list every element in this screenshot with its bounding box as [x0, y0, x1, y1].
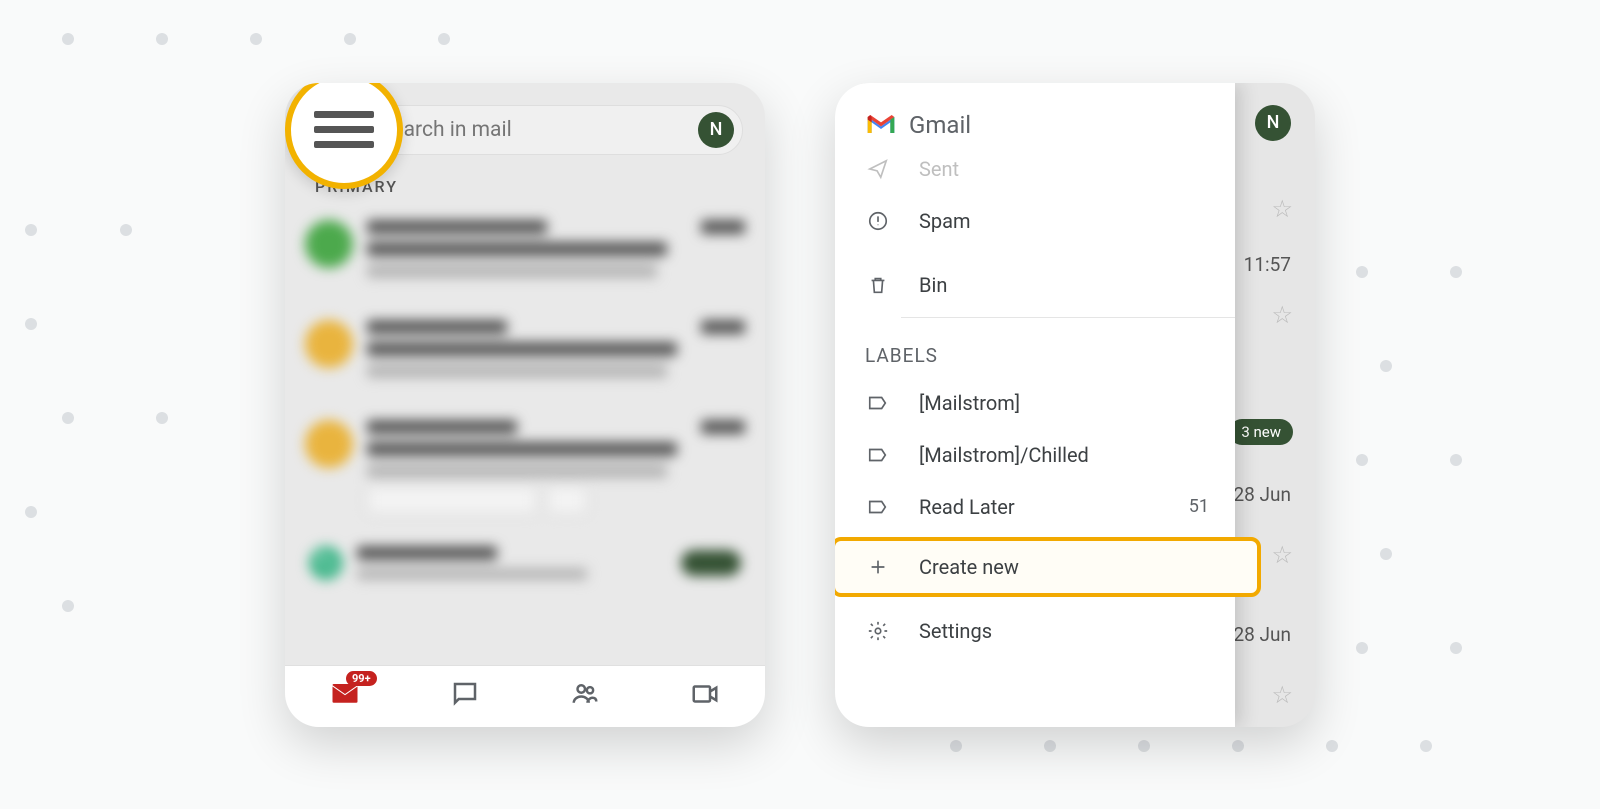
drawer-item-label: [Mailstrom]/Chilled [919, 443, 1209, 467]
drawer-item-label: Sent [919, 157, 1209, 181]
label-icon [865, 392, 891, 414]
account-avatar[interactable]: N [698, 112, 734, 148]
label-icon [865, 496, 891, 518]
drawer-bin[interactable]: Bin [835, 259, 1235, 311]
label-count: 51 [1189, 496, 1209, 517]
nav-chat[interactable] [450, 679, 480, 713]
label-icon [865, 444, 891, 466]
drawer-label-mailstrom-chilled[interactable]: [Mailstrom]/Chilled [835, 429, 1235, 481]
message-list-blurred: 🏷 [285, 206, 765, 592]
spam-icon [865, 210, 891, 232]
nav-mail[interactable]: 99+ [330, 679, 360, 713]
mail-badge: 99+ [346, 671, 377, 686]
drawer-item-label: Spam [919, 209, 1209, 233]
plus-icon [865, 556, 891, 578]
search-input[interactable] [380, 118, 682, 142]
bottom-nav: 99+ [285, 665, 765, 727]
drawer-spam[interactable]: Spam [835, 195, 1235, 247]
drawer-settings[interactable]: Settings [835, 605, 1235, 657]
nav-meet[interactable] [690, 679, 720, 713]
star-icon[interactable]: ☆ [1271, 195, 1293, 223]
trash-icon [865, 274, 891, 296]
navigation-drawer: Gmail Sent Spam Bin LABELS [Mailstrom] [835, 83, 1235, 727]
drawer-item-label: Read Later [919, 495, 1161, 519]
nav-spaces[interactable] [570, 679, 600, 713]
labels-header: LABELS [835, 324, 1235, 377]
time-label: 11:57 [1244, 253, 1291, 276]
drawer-sent[interactable]: Sent [835, 153, 1235, 195]
star-icon[interactable]: ☆ [1271, 301, 1293, 329]
date-label: 28 Jun [1233, 623, 1291, 646]
drawer-item-label: Bin [919, 273, 1209, 297]
drawer-item-label: Create new [919, 555, 1235, 579]
send-icon [865, 158, 891, 180]
new-badge: 3 new [1229, 419, 1293, 445]
drawer-label-mailstrom[interactable]: [Mailstrom] [835, 377, 1235, 429]
star-icon[interactable]: ☆ [1271, 681, 1293, 709]
inbox-screen: N PRIMARY 🏷 99+ [285, 83, 765, 727]
gear-icon [865, 620, 891, 642]
star-icon[interactable]: ☆ [1271, 541, 1293, 569]
account-avatar[interactable]: N [1255, 105, 1291, 141]
drawer-screen: N 11:57 ☆ ☆ 3 new 28 Jun ☆ 28 Jun ☆ Gmai… [835, 83, 1315, 727]
gmail-brand: Gmail [835, 83, 1235, 153]
hamburger-icon [314, 111, 374, 148]
date-label: 28 Jun [1233, 483, 1291, 506]
divider [901, 317, 1235, 318]
brand-text: Gmail [909, 111, 971, 139]
drawer-item-label: Settings [919, 619, 1209, 643]
drawer-item-label: [Mailstrom] [919, 391, 1209, 415]
gmail-logo-icon [865, 113, 897, 137]
drawer-create-new[interactable]: Create new [835, 537, 1261, 597]
drawer-label-read-later[interactable]: Read Later 51 [835, 481, 1235, 533]
